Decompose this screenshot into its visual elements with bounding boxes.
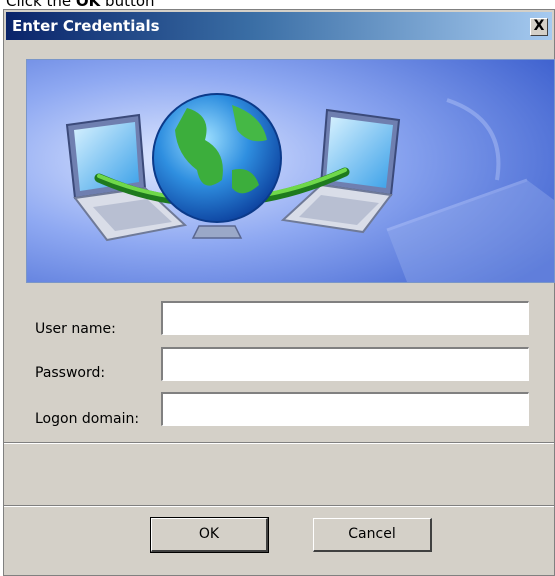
divider (4, 442, 554, 444)
banner-illustration (27, 60, 554, 282)
divider (4, 505, 554, 507)
close-icon: X (533, 18, 545, 34)
username-label: User name: (35, 321, 116, 337)
password-label: Password: (35, 365, 106, 381)
cancel-button-label: Cancel (348, 526, 396, 542)
credentials-dialog: Enter Credentials X User name: Password:… (3, 9, 555, 576)
cancel-button[interactable]: Cancel (313, 518, 432, 552)
password-input[interactable] (161, 347, 529, 381)
username-input[interactable] (161, 301, 529, 335)
domain-input[interactable] (161, 392, 529, 426)
close-button[interactable]: X (530, 18, 548, 36)
ok-button[interactable]: OK (150, 517, 269, 553)
ok-button-label: OK (198, 526, 220, 542)
network-banner (26, 59, 555, 283)
title-bar: Enter Credentials X (6, 12, 552, 40)
dialog-title: Enter Credentials (12, 17, 160, 35)
domain-label: Logon domain: (35, 411, 140, 427)
